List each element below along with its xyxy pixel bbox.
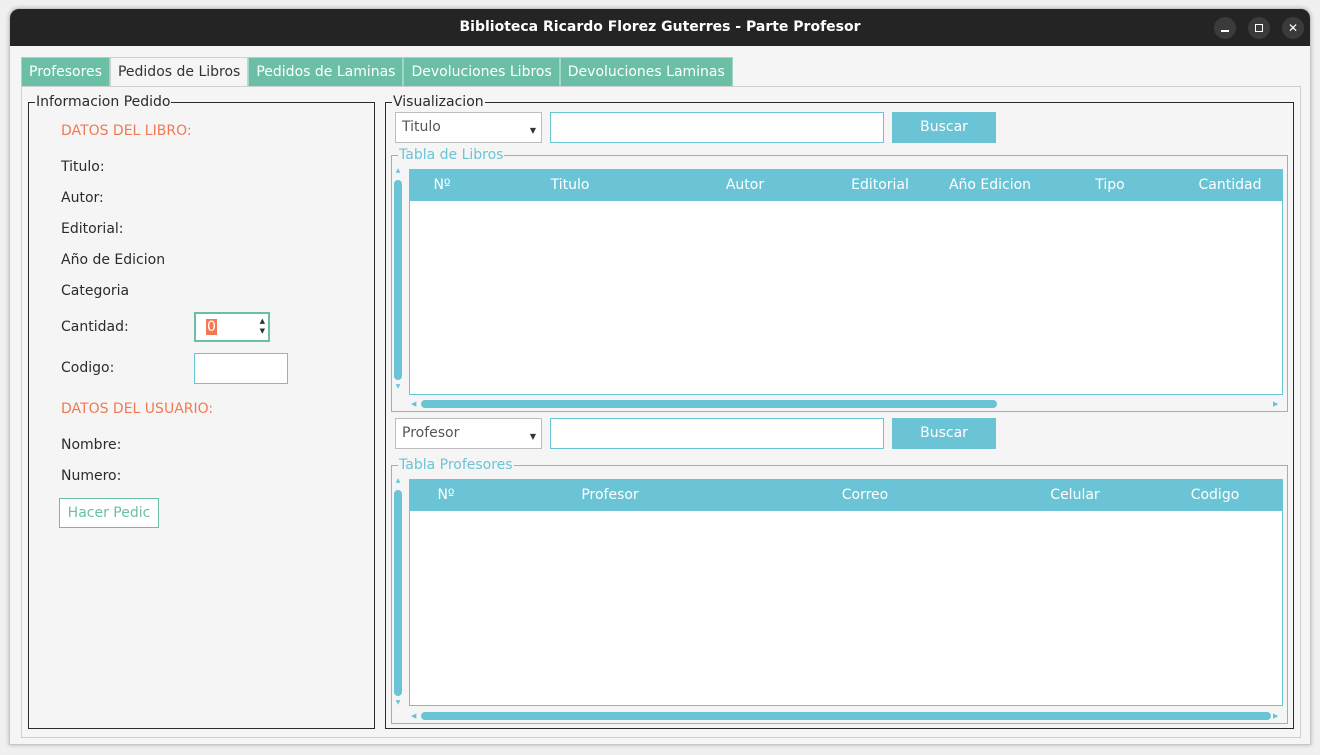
codigo-input[interactable] — [194, 353, 288, 384]
tab-devoluciones-laminas[interactable]: Devoluciones Laminas — [559, 57, 733, 86]
scroll-down-icon[interactable]: ▼ — [394, 384, 402, 390]
tab-pedidos-laminas[interactable]: Pedidos de Laminas — [248, 57, 404, 86]
prof-filter-select[interactable]: Profesor ▼ — [395, 418, 542, 449]
cantidad-value: 0 — [206, 319, 217, 335]
titulo-label: Titulo: — [61, 159, 105, 175]
books-col-autor[interactable]: Autor — [705, 177, 785, 193]
books-vscroll-thumb[interactable] — [394, 180, 402, 380]
info-pedido-group: Informacion Pedido DATOS DEL LIBRO: Titu… — [28, 94, 375, 729]
maximize-icon — [1255, 24, 1263, 32]
books-col-editorial[interactable]: Editorial — [835, 177, 925, 193]
prof-col-correo[interactable]: Correo — [820, 487, 910, 503]
nombre-label: Nombre: — [61, 437, 122, 453]
categoria-label: Categoria — [61, 283, 130, 299]
cantidad-label: Cantidad: — [61, 319, 129, 335]
prof-vscroll-thumb[interactable] — [394, 490, 402, 696]
prof-col-numero[interactable]: Nº — [426, 487, 466, 503]
prof-col-celular[interactable]: Celular — [1030, 487, 1120, 503]
chevron-down-icon: ▼ — [529, 126, 536, 135]
info-pedido-legend: Informacion Pedido — [35, 94, 172, 110]
window-title: Biblioteca Ricardo Florez Guterres - Par… — [459, 19, 861, 35]
editorial-label: Editorial: — [61, 221, 124, 237]
scroll-left-icon[interactable]: ◀ — [411, 712, 416, 720]
tab-pedidos-libros[interactable]: Pedidos de Libros — [109, 57, 249, 87]
books-col-titulo[interactable]: Titulo — [530, 177, 610, 193]
scroll-right-icon[interactable]: ▶ — [1273, 712, 1278, 720]
books-col-tipo[interactable]: Tipo — [1070, 177, 1150, 193]
hacer-pedido-button[interactable]: Hacer Pedic — [59, 498, 159, 528]
prof-search-button[interactable]: Buscar — [892, 418, 996, 449]
books-search-input[interactable] — [550, 112, 884, 143]
spinner-down-icon[interactable]: ▼ — [260, 328, 265, 335]
visualizacion-group: Visualizacion Titulo ▼ Buscar Tabla de L… — [385, 94, 1294, 729]
numero-label: Numero: — [61, 468, 122, 484]
books-table-header: Nº Titulo Autor Editorial Año Edicion Ti… — [410, 170, 1282, 201]
tab-panel: Informacion Pedido DATOS DEL LIBRO: Titu… — [21, 86, 1301, 738]
books-search-button[interactable]: Buscar — [892, 112, 996, 143]
title-bar[interactable]: Biblioteca Ricardo Florez Guterres - Par… — [10, 9, 1310, 46]
tab-profesores[interactable]: Profesores — [21, 57, 110, 86]
prof-col-codigo[interactable]: Codigo — [1175, 487, 1255, 503]
spinner-up-icon[interactable]: ▲ — [260, 318, 265, 325]
books-horizontal-scrollbar[interactable]: ◀ ▶ — [409, 400, 1283, 408]
prof-col-profesor[interactable]: Profesor — [560, 487, 660, 503]
prof-search-input[interactable] — [550, 418, 884, 449]
scroll-down-icon[interactable]: ▼ — [394, 700, 402, 706]
minimize-icon — [1221, 30, 1229, 32]
prof-table-legend: Tabla Profesores — [398, 457, 514, 473]
autor-label: Autor: — [61, 190, 104, 206]
books-table-group: Tabla de Libros ▲ ▼ Nº Titulo Autor Edit… — [391, 147, 1288, 412]
close-icon: ✕ — [1287, 21, 1299, 35]
cantidad-spinner[interactable]: 0 ▲ ▼ — [194, 312, 270, 342]
books-vertical-scrollbar[interactable]: ▲ ▼ — [394, 168, 402, 390]
maximize-button[interactable] — [1248, 17, 1270, 39]
app-window: Biblioteca Ricardo Florez Guterres - Par… — [9, 8, 1311, 745]
prof-filter-value: Profesor — [402, 425, 460, 441]
scroll-up-icon[interactable]: ▲ — [394, 478, 402, 484]
tab-bar: Profesores Pedidos de Libros Pedidos de … — [21, 57, 733, 87]
tab-devoluciones-libros[interactable]: Devoluciones Libros — [403, 57, 560, 86]
main-content: Profesores Pedidos de Libros Pedidos de … — [10, 46, 1310, 744]
prof-table-group: Tabla Profesores ▲ ▼ Nº Profesor Correo … — [391, 457, 1288, 724]
books-filter-value: Titulo — [402, 119, 441, 135]
scroll-left-icon[interactable]: ◀ — [411, 400, 416, 408]
close-button[interactable]: ✕ — [1282, 17, 1304, 39]
scroll-up-icon[interactable]: ▲ — [394, 168, 402, 174]
prof-vertical-scrollbar[interactable]: ▲ ▼ — [394, 478, 402, 706]
chevron-down-icon: ▼ — [529, 432, 536, 441]
user-section-heading: DATOS DEL USUARIO: — [61, 401, 214, 417]
anio-label: Año de Edicion — [61, 252, 166, 268]
minimize-button[interactable] — [1214, 17, 1236, 39]
books-hscroll-thumb[interactable] — [421, 400, 997, 408]
book-section-heading: DATOS DEL LIBRO: — [61, 123, 192, 139]
books-col-cantidad[interactable]: Cantidad — [1190, 177, 1270, 193]
codigo-label: Codigo: — [61, 360, 115, 376]
books-table[interactable]: Nº Titulo Autor Editorial Año Edicion Ti… — [409, 169, 1283, 395]
prof-table-header: Nº Profesor Correo Celular Codigo — [410, 480, 1282, 511]
visualizacion-legend: Visualizacion — [392, 94, 485, 110]
books-col-anio[interactable]: Año Edicion — [940, 177, 1040, 193]
books-table-legend: Tabla de Libros — [398, 147, 505, 163]
prof-horizontal-scrollbar[interactable]: ◀ ▶ — [409, 712, 1283, 720]
prof-hscroll-thumb[interactable] — [421, 712, 1271, 720]
books-col-numero[interactable]: Nº — [422, 177, 462, 193]
books-filter-select[interactable]: Titulo ▼ — [395, 112, 542, 143]
scroll-right-icon[interactable]: ▶ — [1273, 400, 1278, 408]
prof-table[interactable]: Nº Profesor Correo Celular Codigo — [409, 479, 1283, 706]
